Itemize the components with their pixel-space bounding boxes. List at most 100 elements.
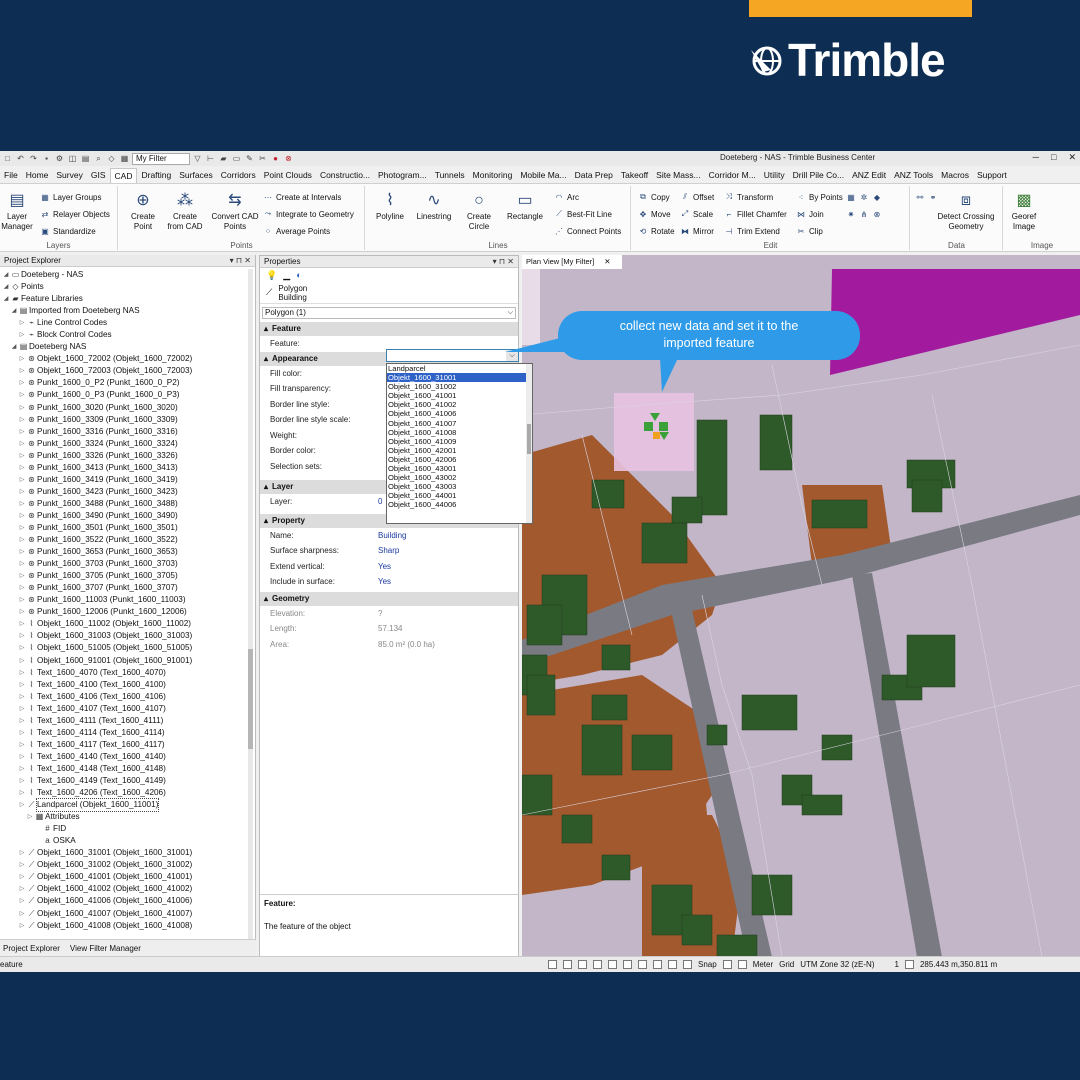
tree-item[interactable]: ▷ ⟋ Objekt_1600_41008 (Objekt_1600_41008) — [0, 920, 248, 932]
expand-arrow-icon[interactable]: ▷ — [18, 534, 26, 546]
expand-arrow-icon[interactable]: ▷ — [18, 510, 26, 522]
tree-item[interactable]: ▷ ⊛ Punkt_1600_3653 (Punkt_1600_3653) — [0, 546, 248, 558]
expand-arrow-icon[interactable]: ▷ — [18, 462, 26, 474]
info-icon[interactable]: ◐ — [296, 270, 301, 280]
expand-arrow-icon[interactable]: ▷ — [18, 871, 26, 883]
mirror-button[interactable]: ⧓ Mirror — [680, 226, 714, 236]
tree-item[interactable]: ▷ ⌇ Text_1600_4114 (Text_1600_4114) — [0, 727, 248, 739]
expand-arrow-icon[interactable]: ▷ — [18, 715, 26, 727]
status-toggle-icon[interactable] — [578, 960, 587, 969]
expand-arrow-icon[interactable]: ▷ — [18, 365, 26, 377]
clip-button[interactable]: ✂ Clip — [796, 226, 823, 236]
tree-item[interactable]: ▷ ⌇ Text_1600_4070 (Text_1600_4070) — [0, 667, 248, 679]
tab-data-prep[interactable]: Data Prep — [571, 168, 617, 183]
tree-item[interactable]: ▷ ⊛ Objekt_1600_72002 (Objekt_1600_72002) — [0, 353, 248, 365]
rectangle-button[interactable]: ▭ Rectangle — [502, 190, 548, 222]
tree-item[interactable]: ▷ ⊛ Punkt_1600_3707 (Punkt_1600_3707) — [0, 582, 248, 594]
tree-item[interactable]: ▷ ⊛ Punkt_1600_0_P3 (Punkt_1600_0_P3) — [0, 389, 248, 401]
expand-arrow-icon[interactable]: ▷ — [18, 799, 26, 811]
dropdown-option[interactable]: Objekt_1600_41008 — [387, 428, 532, 437]
expand-arrow-icon[interactable]: ▷ — [18, 920, 26, 932]
connect-points-button[interactable]: ⋰ Connect Points — [554, 226, 621, 236]
expand-arrow-icon[interactable]: ▷ — [18, 377, 26, 389]
expand-arrow-icon[interactable]: ▷ — [18, 847, 26, 859]
tab-constructio[interactable]: Constructio... — [316, 168, 374, 183]
expand-arrow-icon[interactable]: ◢ — [2, 281, 10, 293]
status-toggle-icon[interactable] — [668, 960, 677, 969]
expand-arrow-icon[interactable]: ▷ — [18, 402, 26, 414]
status-toggle-icon[interactable] — [722, 960, 732, 969]
arc-button[interactable]: ◠ Arc — [554, 192, 580, 202]
fillet-chamfer-button[interactable]: ⌐ Fillet Chamfer — [724, 209, 787, 219]
tab-survey[interactable]: Survey — [52, 168, 86, 183]
section-geometry[interactable]: ▴ Geometry — [260, 591, 518, 606]
dropdown-option[interactable]: Objekt_1600_44006 — [387, 500, 532, 509]
tab-drafting[interactable]: Drafting — [137, 168, 175, 183]
settings-icon[interactable]: ⚙ — [54, 153, 65, 164]
minimize-props-icon[interactable]: ▁ — [283, 270, 290, 281]
tree-item[interactable]: ▷ ⊛ Punkt_1600_3490 (Punkt_1600_3490) — [0, 510, 248, 522]
create-from-cad-button[interactable]: ⁂ Create from CAD — [165, 190, 205, 232]
tree-item[interactable]: ◢ ▤ Imported from Doeteberg NAS — [0, 305, 248, 317]
status-toggle-icon[interactable] — [593, 960, 602, 969]
dropdown-option[interactable]: Objekt_1600_41002 — [387, 400, 532, 409]
dropdown-option[interactable]: Objekt_1600_43001 — [387, 464, 532, 473]
coordinate-system[interactable]: UTM Zone 32 (zE-N) — [800, 957, 874, 972]
expand-arrow-icon[interactable]: ▷ — [18, 486, 26, 498]
property-row[interactable]: Surface sharpness: Sharp — [260, 543, 518, 559]
snap-icon[interactable]: ◇ — [106, 153, 117, 164]
integrate-geometry-button[interactable]: ⤳ Integrate to Geometry — [263, 209, 354, 219]
tree-item[interactable]: ▷ ⌇ Text_1600_4148 (Text_1600_4148) — [0, 763, 248, 775]
tree-item[interactable]: ▷ ⌇ Objekt_1600_91001 (Objekt_1600_91001) — [0, 655, 248, 667]
status-toggle-icon[interactable] — [638, 960, 647, 969]
tree-item[interactable]: ▷ ⟋ Objekt_1600_41007 (Objekt_1600_41007) — [0, 907, 248, 919]
tab-utility[interactable]: Utility — [760, 168, 789, 183]
tree-item[interactable]: ▷ ⊛ Punkt_1600_12006 (Punkt_1600_12006) — [0, 606, 248, 618]
average-points-button[interactable]: ⁘ Average Points — [263, 226, 330, 236]
filter-icon[interactable]: ▽ — [192, 153, 203, 164]
edit-tools-row-1[interactable]: ▦ ✲ ◆ — [846, 192, 882, 202]
expand-arrow-icon[interactable]: ▷ — [18, 606, 26, 618]
expand-arrow-icon[interactable]: ▷ — [18, 329, 26, 341]
expand-arrow-icon[interactable]: ▷ — [18, 570, 26, 582]
tree-item[interactable]: ▷ ⟋ Objekt_1600_31001 (Objekt_1600_31001) — [0, 847, 248, 859]
expand-arrow-icon[interactable]: ▷ — [18, 450, 26, 462]
dropdown-option[interactable]: Objekt_1600_43002 — [387, 473, 532, 482]
tree-item[interactable]: ◢ ▤ Doeteberg NAS — [0, 341, 248, 353]
expand-arrow-icon[interactable]: ◢ — [2, 269, 10, 281]
tab-cad[interactable]: CAD — [109, 168, 138, 183]
tab-support[interactable]: Support — [973, 168, 1011, 183]
tab-corridors[interactable]: Corridors — [217, 168, 260, 183]
relayer-button[interactable]: ⇄ Relayer Objects — [40, 209, 110, 219]
expand-arrow-icon[interactable]: ▷ — [18, 679, 26, 691]
expand-arrow-icon[interactable]: ▷ — [18, 474, 26, 486]
tab-tunnels[interactable]: Tunnels — [431, 168, 469, 183]
expand-arrow-icon[interactable]: ▷ — [18, 739, 26, 751]
expand-arrow-icon[interactable]: ◢ — [10, 341, 18, 353]
view-filter-select[interactable]: My Filter — [132, 152, 190, 165]
property-row[interactable]: Include in surface: Yes — [260, 574, 518, 590]
tab-file[interactable]: File — [0, 168, 22, 183]
offset-button[interactable]: ⫽ Offset — [680, 192, 714, 202]
dropdown-option[interactable]: Objekt_1600_41009 — [387, 437, 532, 446]
tree-item[interactable]: ▷ ⊛ Punkt_1600_3522 (Punkt_1600_3522) — [0, 534, 248, 546]
transform-button[interactable]: ⤨ Transform — [724, 192, 773, 202]
pane-controls[interactable]: ▾ ⊓ ✕ — [230, 255, 251, 267]
tree-item[interactable]: ▷ ⊛ Punkt_1600_3316 (Punkt_1600_3316) — [0, 426, 248, 438]
lightbulb-icon[interactable]: 💡 — [266, 270, 277, 281]
tree-item[interactable]: ▷ ⊛ Punkt_1600_3324 (Punkt_1600_3324) — [0, 438, 248, 450]
grid-toggle[interactable]: Grid — [779, 957, 794, 972]
tree-item[interactable]: ▷ ⊛ Punkt_1600_3413 (Punkt_1600_3413) — [0, 462, 248, 474]
expand-arrow-icon[interactable]: ▷ — [18, 655, 26, 667]
tree-item[interactable]: ▷ ⌇ Text_1600_4111 (Text_1600_4111) — [0, 715, 248, 727]
tree-item[interactable]: ▷ ⊛ Punkt_1600_11003 (Punkt_1600_11003) — [0, 594, 248, 606]
close-tab-icon[interactable]: ✕ — [604, 257, 610, 266]
tree-item[interactable]: ▷ ⟋ Objekt_1600_41002 (Objekt_1600_41002) — [0, 883, 248, 895]
standardize-button[interactable]: ▣ Standardize — [40, 226, 95, 236]
tree-item[interactable]: ▷ ⊛ Objekt_1600_72003 (Objekt_1600_72003) — [0, 365, 248, 377]
polyline-button[interactable]: ⌇ Polyline — [370, 190, 410, 222]
measure-icon[interactable]: ⊢ — [205, 153, 216, 164]
expand-arrow-icon[interactable]: ▷ — [18, 630, 26, 642]
tab-home[interactable]: Home — [22, 168, 53, 183]
property-row[interactable]: Elevation:? — [260, 606, 518, 622]
